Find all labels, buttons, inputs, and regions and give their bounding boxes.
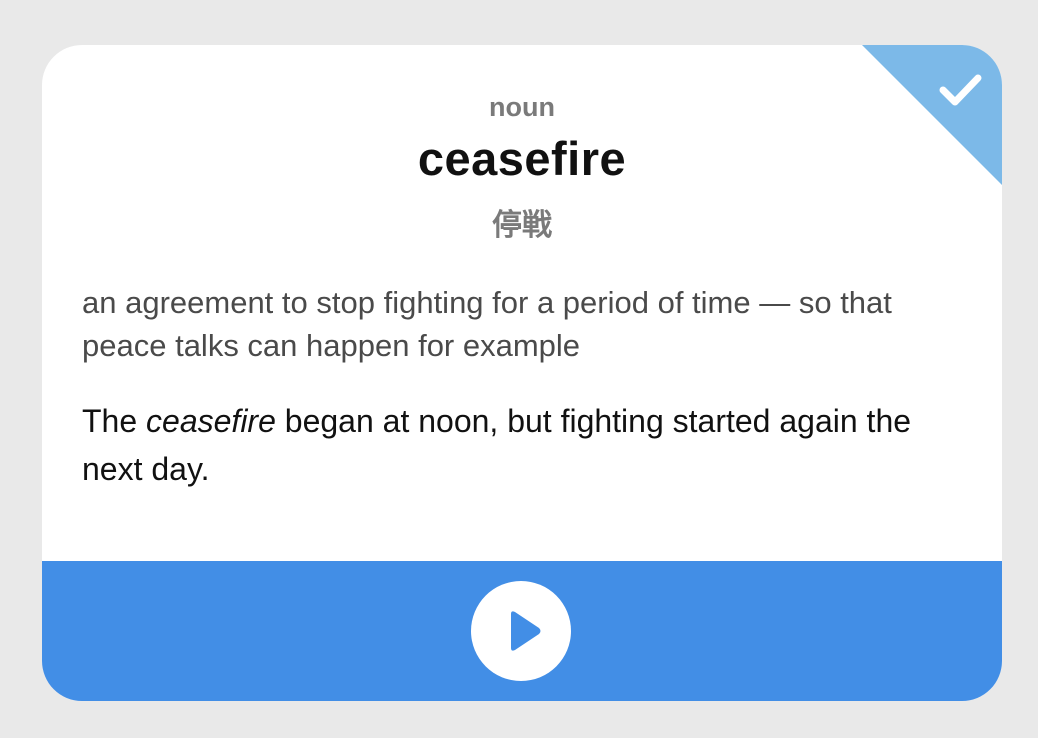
play-audio-button[interactable] xyxy=(471,581,571,681)
play-icon xyxy=(511,611,541,651)
word-title: ceasefire xyxy=(417,132,627,185)
flashcard: noun ceasefire 停戦 an agreement to stop f… xyxy=(42,45,1002,701)
part-of-speech: noun xyxy=(489,92,555,122)
audio-footer-bar xyxy=(42,561,1002,701)
example-highlight-word: ceasefire xyxy=(146,403,276,439)
example-sentence: The ceasefire began at noon, but fightin… xyxy=(82,397,942,493)
definition-text: an agreement to stop fighting for a peri… xyxy=(82,285,892,363)
example-text-before: The xyxy=(82,403,147,439)
word-translation: 停戦 xyxy=(492,209,552,242)
